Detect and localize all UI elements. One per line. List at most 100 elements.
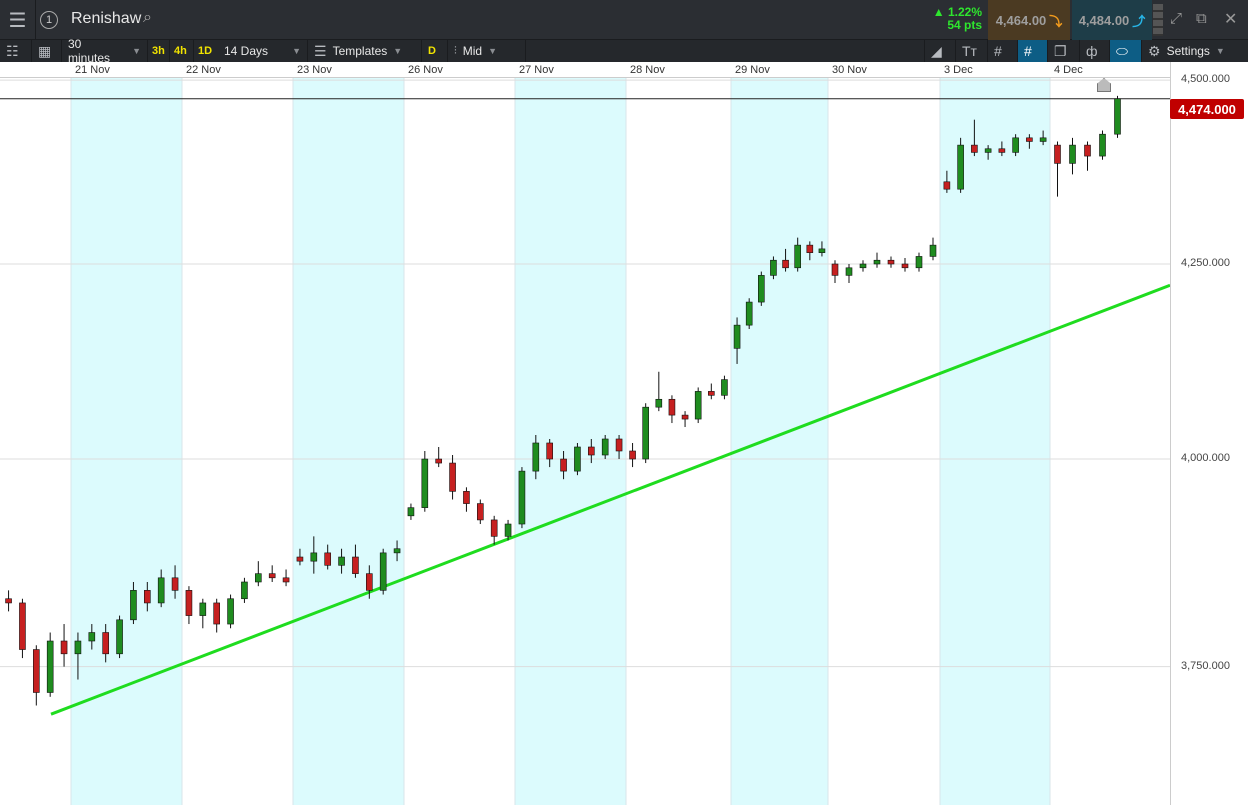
candle-body [407, 507, 415, 517]
price-axis[interactable]: 4,500.000 4,250.000 4,000.000 3,750.000 [1170, 62, 1248, 805]
date-label: 26 Nov [408, 64, 443, 76]
candle-body [1054, 144, 1061, 164]
day-shade [71, 78, 182, 805]
candle-body [463, 491, 470, 504]
candle-body [352, 556, 359, 574]
candle-body [794, 244, 801, 269]
popout-icon[interactable]: ⧉ [1196, 10, 1207, 27]
candle-body [601, 438, 609, 456]
candle-body [171, 577, 179, 591]
date-label: 22 Nov [186, 64, 221, 76]
day-shade [940, 78, 1050, 805]
candle-body [88, 632, 96, 642]
candle-body [130, 590, 137, 621]
candle-body [831, 263, 839, 276]
candle-body [532, 442, 540, 472]
candle-body [887, 259, 895, 265]
candle-body [477, 503, 484, 521]
candle-body [1026, 137, 1033, 142]
day-shade [731, 78, 828, 805]
candle-body [873, 259, 881, 265]
candle-body [227, 598, 234, 625]
candle-body [449, 462, 456, 492]
candle-body [943, 181, 951, 190]
price-tick-label: 4,250.000 [1181, 257, 1230, 269]
price-tick-label: 4,000.000 [1181, 452, 1230, 465]
date-axis: 21 Nov 22 Nov 23 Nov 26 Nov 27 Nov 28 Nov 29 N… [0, 62, 1170, 78]
date-label: 23 Nov [297, 64, 332, 76]
candle-body [998, 148, 1006, 153]
candle-body [74, 640, 82, 655]
candle-body [655, 398, 663, 408]
candle-body [1039, 137, 1047, 142]
date-label: 4 Dec [1054, 64, 1083, 76]
candle-body [393, 548, 401, 554]
candle-body [19, 602, 26, 650]
candle-body [102, 632, 109, 655]
candle-body [681, 414, 689, 420]
candle-body [379, 552, 387, 591]
close-icon[interactable]: ✕ [1224, 9, 1237, 29]
candle-body [1099, 133, 1106, 157]
candle-body [1012, 137, 1019, 153]
date-label: 30 Nov [832, 64, 867, 76]
candle-body [859, 263, 867, 269]
price-chart[interactable] [0, 0, 1170, 805]
expand-icon[interactable]: ⤢ [1170, 10, 1182, 27]
candle-body [157, 577, 165, 604]
candle-body [366, 573, 373, 591]
candle-body [60, 640, 68, 655]
candle-body [241, 581, 248, 600]
candle-body [615, 438, 623, 452]
date-label: 27 Nov [519, 64, 554, 76]
candle-body [984, 148, 992, 153]
price-tick-label: 4,500.000 [1181, 73, 1230, 86]
date-label: 21 Nov [75, 64, 110, 76]
candle-body [745, 301, 753, 326]
candle-body [144, 590, 151, 604]
candle-body [642, 406, 649, 460]
candle-body [971, 144, 978, 153]
candle-body [782, 259, 789, 269]
candle-body [957, 144, 964, 190]
candle-body [708, 391, 715, 396]
date-label: 3 Dec [944, 64, 973, 76]
candle-body [518, 470, 526, 525]
candle-body [213, 602, 220, 625]
candle-body [574, 446, 581, 472]
candle-body [116, 619, 123, 655]
candle-body [629, 450, 636, 460]
candle-body [806, 244, 814, 253]
candle-body [915, 256, 923, 269]
date-label: 28 Nov [630, 64, 665, 76]
candle-body [1114, 98, 1121, 135]
price-tick-label: 3,750.000 [1181, 659, 1230, 672]
candle-body [421, 458, 429, 508]
candle-body [694, 391, 702, 420]
candle-body [1069, 144, 1076, 164]
day-shade [293, 78, 404, 805]
candle-body [310, 552, 318, 562]
candle-body [282, 577, 290, 583]
candle-body [929, 244, 937, 257]
current-price-tag: 4,474.000 [1170, 99, 1244, 119]
candle-body [901, 263, 909, 269]
candle-body [560, 458, 567, 472]
candle-body [255, 573, 262, 583]
candle-body [185, 590, 193, 616]
candle-body [546, 442, 553, 460]
candle-body [733, 324, 741, 349]
candle-body [1084, 144, 1091, 157]
candle-body [721, 379, 728, 396]
candle-body [338, 556, 345, 566]
candle-body [818, 248, 826, 253]
candle-body [588, 446, 595, 456]
candle-body [33, 649, 40, 693]
candle-body [296, 556, 304, 562]
candle-body [770, 259, 777, 276]
candle-body [668, 398, 676, 416]
candle-body [490, 519, 498, 537]
chevron-down-icon: ▼ [1215, 46, 1225, 56]
date-label: 29 Nov [735, 64, 770, 76]
candle-body [845, 267, 853, 276]
